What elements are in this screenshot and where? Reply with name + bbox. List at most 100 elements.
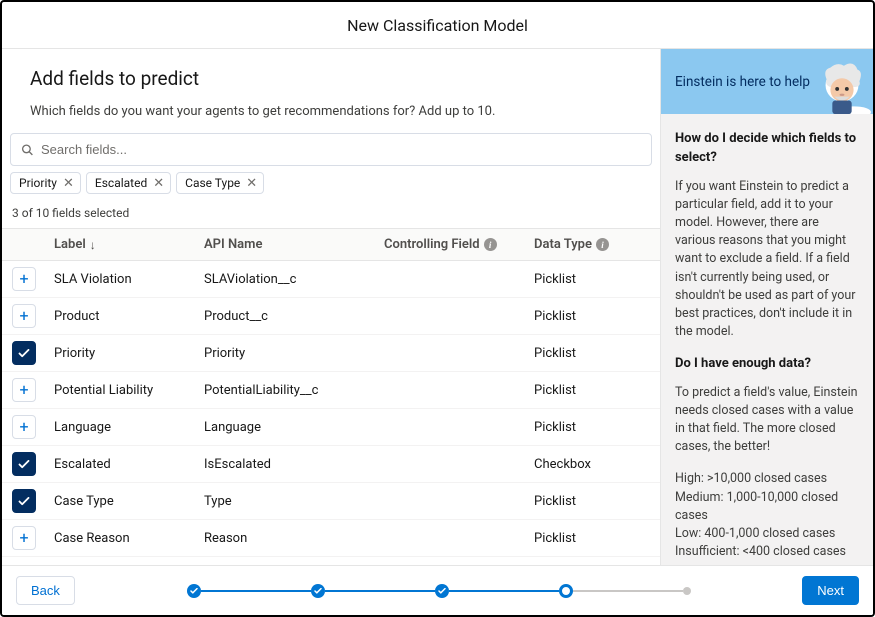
filter-area: Priority ✕ Escalated ✕ Case Type ✕ [2,133,660,202]
einstein-hero: Einstein is here to help [661,49,873,114]
step-upcoming[interactable] [683,587,691,595]
table-row: + Potential LiabilityPotentialLiability__… [2,372,660,409]
cell-api-name: Type [196,494,376,509]
table-row: EscalatedIsEscalated Checkbox [2,446,660,483]
next-button[interactable]: Next [802,576,859,605]
modal-body: Add fields to predict Which fields do yo… [2,49,873,565]
col-label[interactable]: Label ↓ [46,237,196,252]
field-add-button[interactable]: + [12,304,36,328]
field-add-button[interactable]: + [12,267,36,291]
field-selected-checkbox[interactable] [12,341,36,365]
cell-label: Potential Liability [46,383,196,398]
cell-label: Language [46,420,196,435]
table-row: + ProductProduct__c Picklist [2,298,660,335]
step-done[interactable] [435,584,449,598]
hero-text: Einstein is here to help [675,74,810,92]
table-row: + Case ReasonReason Picklist [2,520,660,557]
cell-api-name: Language [196,420,376,435]
search-icon [21,143,34,156]
table-header: Label ↓ API Name Controlling Field i Dat… [2,229,660,261]
cell-datatype: Picklist [526,420,646,435]
cell-datatype: Picklist [526,383,646,398]
plus-icon: + [19,308,28,324]
back-button[interactable]: Back [16,576,75,605]
filter-chip[interactable]: Case Type ✕ [176,172,264,194]
cell-label: Case Reason [46,531,196,546]
cell-datatype: Picklist [526,494,646,509]
filter-chip[interactable]: Priority ✕ [10,172,81,194]
plus-icon: + [19,530,28,546]
plus-icon: + [19,419,28,435]
cell-api-name: Reason [196,531,376,546]
chip-remove-icon[interactable]: ✕ [63,177,74,190]
field-add-button[interactable]: + [12,378,36,402]
search-input[interactable] [11,134,651,165]
info-icon[interactable]: i [596,238,609,251]
modal-title: New Classification Model [2,2,873,49]
step-connector [573,590,683,592]
cell-api-name: Priority [196,346,376,361]
cell-api-name: Product__c [196,309,376,324]
intro-section: Add fields to predict Which fields do yo… [2,49,660,133]
main-panel: Add fields to predict Which fields do yo… [2,49,660,565]
table-row: Case TypeType Picklist [2,483,660,520]
einstein-icon [813,58,871,114]
page-subtext: Which fields do you want your agents to … [30,104,632,119]
cell-datatype: Checkbox [526,457,646,472]
cell-datatype: Picklist [526,346,646,361]
cell-label: Escalated [46,457,196,472]
help-q1: How do I decide which fields to select? [675,130,859,168]
cell-datatype: Picklist [526,309,646,324]
cell-label: Product [46,309,196,324]
col-api[interactable]: API Name [196,237,376,252]
chip-label: Priority [19,176,57,190]
step-current[interactable] [559,584,573,598]
help-q2: Do I have enough data? [675,355,859,374]
help-a1: If you want Einstein to predict a partic… [675,178,859,341]
chip-remove-icon[interactable]: ✕ [153,177,164,190]
step-connector [325,590,435,592]
help-panel: Einstein is here to help How do I decide… [660,49,873,565]
field-selected-checkbox[interactable] [12,452,36,476]
table-row: + LanguageLanguage Picklist [2,409,660,446]
table-row: PriorityPriority Picklist [2,335,660,372]
search-field-wrap[interactable] [10,133,652,166]
filter-chips: Priority ✕ Escalated ✕ Case Type ✕ [10,172,652,194]
cell-api-name: SLAViolation__c [196,272,376,287]
field-selected-checkbox[interactable] [12,489,36,513]
info-icon[interactable]: i [484,238,497,251]
help-body: How do I decide which fields to select? … [661,114,873,565]
help-tiers: High: >10,000 closed cases Medium: 1,000… [675,470,859,561]
filter-chip[interactable]: Escalated ✕ [86,172,171,194]
modal-window: New Classification Model Add fields to p… [0,0,875,617]
cell-datatype: Picklist [526,531,646,546]
cell-label: Priority [46,346,196,361]
field-add-button[interactable]: + [12,526,36,550]
step-connector [201,590,311,592]
chip-label: Case Type [185,176,240,190]
cell-label: SLA Violation [46,272,196,287]
table-row: + SLA ViolationSLAViolation__c Picklist [2,261,660,298]
plus-icon: + [19,271,28,287]
step-done[interactable] [187,584,201,598]
step-done[interactable] [311,584,325,598]
cell-datatype: Picklist [526,272,646,287]
field-add-button[interactable]: + [12,415,36,439]
cell-api-name: IsEscalated [196,457,376,472]
cell-api-name: PotentialLiability__c [196,383,376,398]
col-controlling[interactable]: Controlling Field i [376,237,526,252]
chip-remove-icon[interactable]: ✕ [246,177,257,190]
table-row-partial [2,557,660,565]
col-label-text: Label [54,237,86,252]
selection-count: 3 of 10 fields selected [2,202,660,228]
help-a2: To predict a field's value, Einstein nee… [675,384,859,457]
progress-stepper [75,584,802,598]
sort-down-icon: ↓ [90,238,96,252]
step-connector [449,590,559,592]
fields-table: Label ↓ API Name Controlling Field i Dat… [2,228,660,565]
chip-label: Escalated [95,176,147,190]
page-heading: Add fields to predict [30,67,632,90]
cell-label: Case Type [46,494,196,509]
plus-icon: + [19,382,28,398]
col-datatype[interactable]: Data Type i [526,237,646,252]
